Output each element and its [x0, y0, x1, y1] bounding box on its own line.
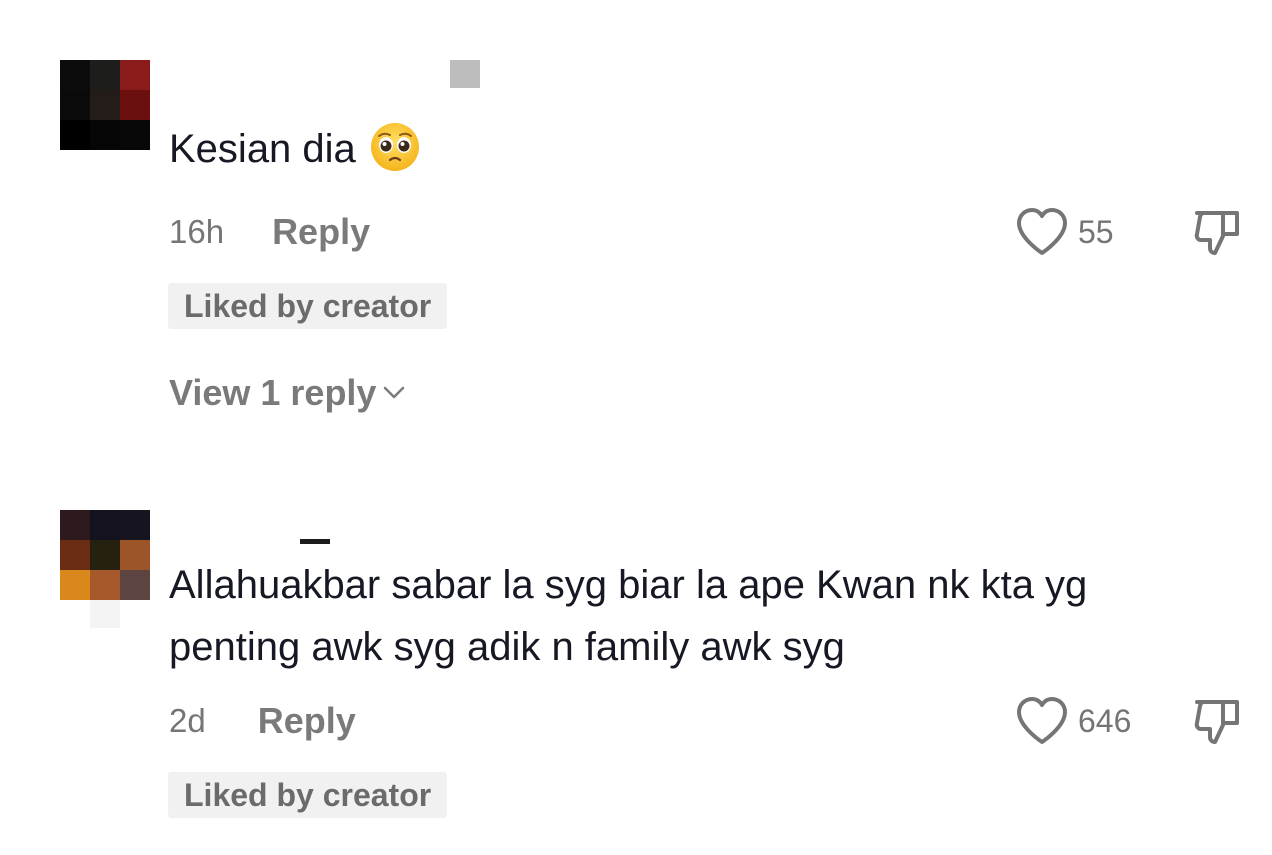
comment-item: Allahuakbar sabar la syg biar la ape Kwa…	[0, 450, 1272, 855]
avatar-pixel	[120, 60, 150, 90]
pleading-face-emoji	[370, 122, 420, 172]
comment-meta: 16h Reply	[169, 209, 370, 255]
comment-text: Allahuakbar sabar la syg biar la ape Kwa…	[169, 554, 1087, 678]
thumbs-down-icon	[1194, 211, 1239, 255]
like-button[interactable]: 646	[1014, 695, 1131, 747]
comment-timestamp: 16h	[169, 213, 225, 250]
avatar-pixel	[90, 510, 120, 540]
avatar-pixel	[120, 120, 150, 150]
avatar-pixel	[60, 570, 90, 600]
avatar-pixel	[90, 540, 120, 570]
comment-text-line: penting awk syg adik n family awk syg	[169, 625, 845, 669]
comment-meta: 2d Reply	[169, 698, 356, 744]
heart-outline-icon	[1017, 697, 1067, 744]
avatar-pixel	[90, 570, 120, 600]
reply-button[interactable]: Reply	[258, 700, 356, 742]
chevron-down-icon	[384, 386, 405, 399]
dislike-button[interactable]	[1193, 208, 1243, 263]
liked-by-creator-badge: Liked by creator	[168, 283, 448, 329]
avatar-pixel	[90, 90, 120, 120]
view-replies-label: View 1 reply	[169, 372, 377, 413]
like-count: 55	[1078, 213, 1114, 250]
dislike-button[interactable]	[1193, 697, 1243, 752]
avatar-pixel	[60, 540, 90, 570]
avatar-pixel	[60, 120, 90, 150]
reply-button[interactable]: Reply	[272, 211, 370, 253]
comment-item: Kesian dia 16h Reply 55 Liked by creator…	[0, 0, 1272, 450]
comment-text-line: Allahuakbar sabar la syg biar la ape Kwa…	[169, 563, 1088, 607]
comment-text: Kesian dia	[169, 118, 420, 180]
avatar-pixel	[90, 120, 120, 150]
avatar-pixel	[120, 510, 150, 540]
username-redacted[interactable]	[300, 539, 330, 544]
liked-by-creator-badge: Liked by creator	[168, 772, 448, 818]
username-redacted-ghost	[90, 600, 120, 628]
avatar-pixel	[60, 90, 90, 120]
avatar-pixel	[90, 60, 120, 90]
like-count: 646	[1078, 702, 1132, 739]
comment-text-content: Kesian dia	[169, 127, 356, 171]
avatar-pixel	[60, 60, 90, 90]
avatar[interactable]	[60, 60, 150, 150]
avatar-pixel	[120, 90, 150, 120]
comment-timestamp: 2d	[169, 702, 206, 739]
avatar-pixel	[120, 540, 150, 570]
view-replies-button[interactable]: View 1 reply	[169, 372, 406, 414]
avatar-pixel	[120, 570, 150, 600]
username-redacted[interactable]	[450, 60, 480, 88]
like-button[interactable]: 55	[1014, 206, 1114, 258]
avatar-pixel	[60, 510, 90, 540]
heart-outline-icon	[1017, 208, 1067, 255]
avatar[interactable]	[60, 510, 150, 600]
thumbs-down-icon	[1194, 700, 1239, 744]
